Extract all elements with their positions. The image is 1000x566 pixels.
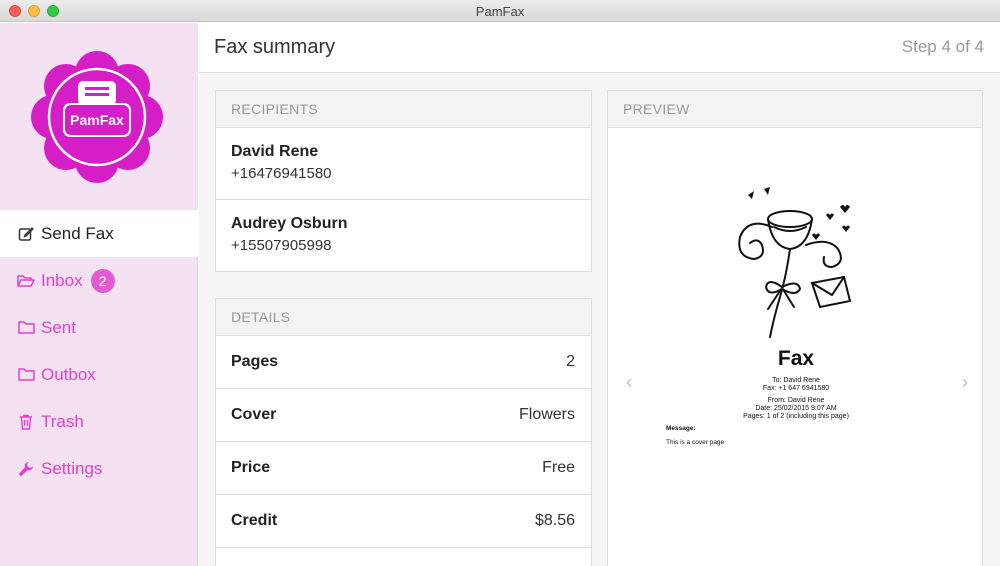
preview-prev-arrow[interactable]: ‹ [626,372,632,393]
detail-label: Credit [231,512,278,529]
logo-text: PamFax [70,112,124,128]
details-panel: DETAILS Pages 2 Cover Flowers Price Free… [215,298,592,566]
recipient-item: David Rene +16476941580 [216,128,591,200]
sidebar-item-label: Send Fax [41,223,114,243]
recipient-number: +16476941580 [231,165,332,182]
wrench-icon [17,460,35,478]
recipient-number: +15507905998 [231,237,332,254]
sidebar-item-trash[interactable]: Trash [0,398,198,445]
sidebar-item-label: Sent [41,317,76,337]
preview-next-arrow[interactable]: › [962,372,968,393]
fax-cover-title: Fax [777,347,815,370]
logo-area: PamFax [0,23,198,210]
window-title: PamFax [475,4,525,19]
detail-row-credit: Credit $8.56 [216,495,591,548]
preview-heading: PREVIEW [608,91,982,128]
step-indicator: Step 4 of 4 [901,37,984,56]
detail-value: 2 [566,353,575,370]
recipients-heading: RECIPIENTS [216,91,591,128]
preview-panel: PREVIEW Fax To: David Rene Fax: +1 647 6… [607,90,983,566]
fax-cover-message-label: Message: [666,425,696,432]
recipient-name: David Rene [231,143,319,160]
detail-label: Price [231,459,271,476]
fax-cover-to: To: David Rene [772,377,820,384]
flowers-cover-illustration [738,187,852,338]
recipient-name: Audrey Osburn [231,215,348,232]
folder-open-icon [17,272,35,290]
pamfax-logo: PamFax [31,51,163,183]
detail-label: Pages [231,353,279,370]
fax-cover-pages: Pages: 1 of 2 (including this page) [743,413,849,420]
fax-cover-from: From: David Rene [767,397,825,404]
folder-icon [17,319,35,337]
sidebar-nav: Send Fax Inbox 2 Sent Outbox Trash Setti… [0,210,198,492]
detail-row-pages: Pages 2 [216,336,591,389]
detail-value: Flowers [518,406,575,423]
detail-value: Free [542,459,575,476]
recipients-panel: RECIPIENTS David Rene +16476941580 Audre… [215,90,592,272]
edit-icon [17,225,35,243]
detail-row-cover: Cover Flowers [216,389,591,442]
title-bar: PamFax [0,0,1000,22]
main-content: Fax summary Step 4 of 4 RECIPIENTS David… [199,23,1000,566]
sidebar-item-label: Trash [41,411,84,431]
recipient-item: Audrey Osburn +15507905998 [216,200,591,272]
fax-cover-fax: Fax: +1 647 6941580 [762,385,830,392]
sidebar-item-inbox[interactable]: Inbox 2 [0,257,198,304]
detail-row-price: Price Free [216,442,591,495]
sidebar-item-sent[interactable]: Sent [0,304,198,351]
sidebar-item-outbox[interactable]: Outbox [0,351,198,398]
fax-cover-message: This is a cover page [666,439,725,446]
page-header: Fax summary Step 4 of 4 [199,23,1000,73]
sidebar-item-label: Outbox [41,364,96,384]
trash-icon [17,413,35,431]
details-heading: DETAILS [216,299,591,336]
page-title: Fax summary [214,36,336,58]
sidebar: PamFax Send Fax Inbox 2 Sent Outbox Tras… [0,23,198,566]
sidebar-item-send-fax[interactable]: Send Fax [0,210,198,257]
inbox-count-badge: 2 [90,268,115,293]
fax-cover-date: Date: 25/02/2015 9:07 AM [755,405,837,412]
folder-icon [17,366,35,384]
sidebar-item-label: Settings [41,458,103,478]
detail-value: $8.56 [534,512,575,529]
sidebar-item-settings[interactable]: Settings [0,445,198,492]
sidebar-item-label: Inbox [41,270,83,290]
detail-label: Cover [231,406,277,423]
